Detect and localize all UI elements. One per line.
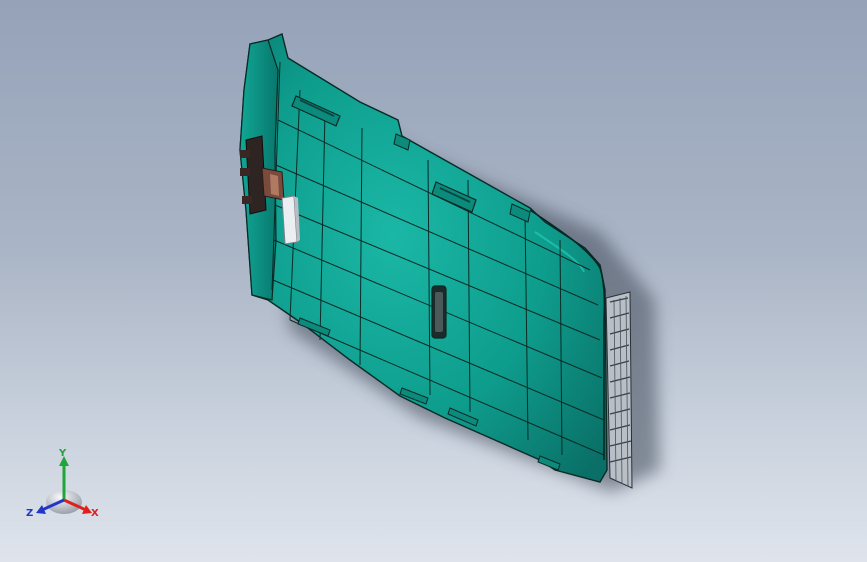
axis-triad[interactable]: Y X Z <box>24 446 108 526</box>
white-bracket <box>281 195 300 245</box>
x-axis-label: X <box>91 508 99 519</box>
z-axis-label: Z <box>26 508 33 519</box>
grille-panel <box>605 291 633 489</box>
headliner-model[interactable] <box>0 0 867 562</box>
dome-light-opening <box>431 285 447 339</box>
graphics-viewport[interactable]: Y X Z <box>0 0 867 562</box>
y-axis-label: Y <box>58 448 67 459</box>
